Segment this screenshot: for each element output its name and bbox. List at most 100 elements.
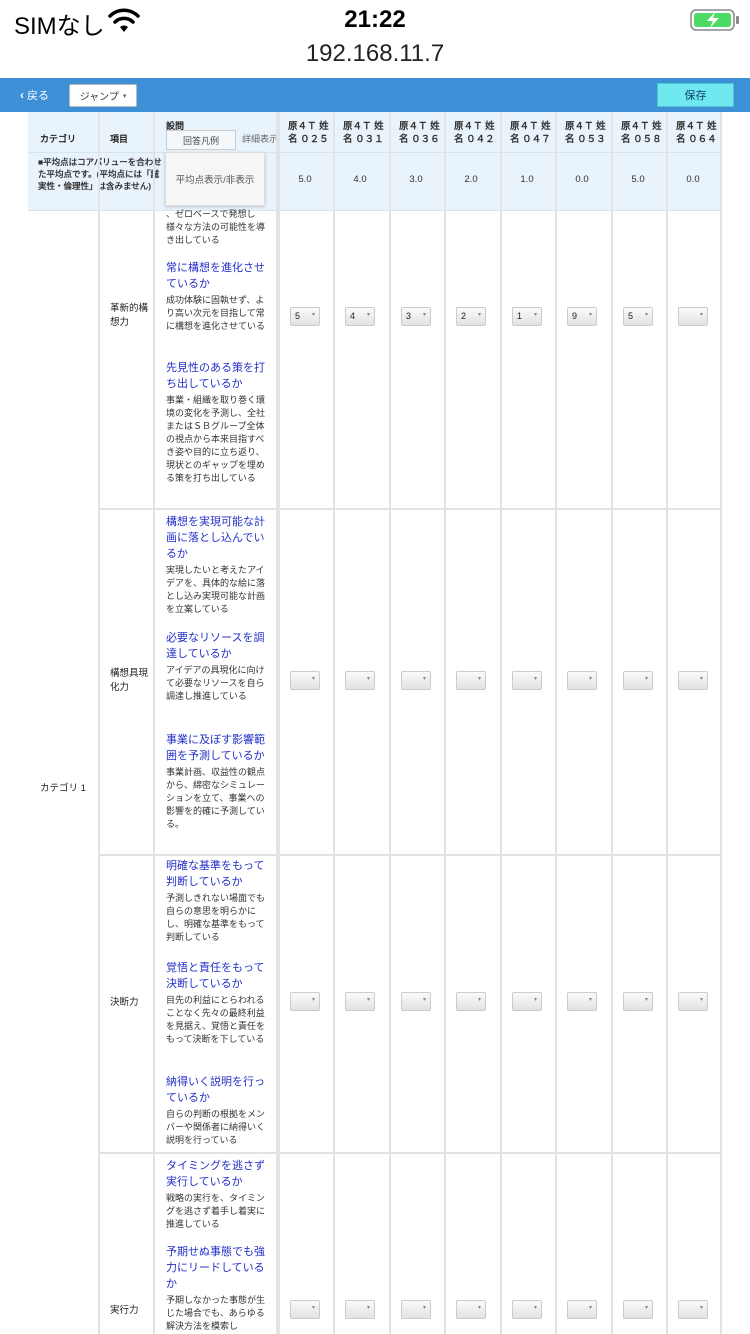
question-title-link[interactable]: 構想を実現可能な計画に落とし込んでいるか [166, 514, 270, 562]
score-select[interactable]: 2 ▾ [456, 307, 486, 326]
clock: 21:22 [344, 6, 406, 33]
person-average-score: 0.0 [575, 174, 589, 185]
column-divider [720, 112, 722, 1334]
person-column-header: 原４Ｔ 姓 名 ０３６ [399, 121, 440, 145]
header-divider [28, 152, 722, 153]
question-block: タイミングを逃さず実行しているか 戦略の実行を、タイミングを逃さず着手し着実に推進… [166, 1158, 270, 1231]
person-average-score: 5.0 [298, 174, 312, 185]
score-value: 9 [572, 311, 578, 321]
score-select[interactable]: ▾ [345, 992, 375, 1011]
score-select[interactable]: ▾ [678, 671, 708, 690]
chevron-down-icon: ▾ [644, 997, 648, 1003]
jump-select[interactable]: ジャンプ ▾ [69, 84, 137, 107]
score-select[interactable]: ▾ [290, 1300, 320, 1319]
average-toggle-button[interactable]: 平均点表示/非表示 [165, 152, 265, 206]
status-bar: SIMなし 21:22 192.168.11.7 [0, 0, 750, 78]
score-select[interactable]: ▾ [401, 992, 431, 1011]
question-description: 戦略の実行を、タイミングを逃さず着手し着実に推進している [166, 1193, 266, 1229]
score-select[interactable]: ▾ [567, 992, 597, 1011]
question-description: アイデアの具現化に向けて必要なリソースを自ら調達し推進している [166, 665, 265, 701]
question-title-link[interactable]: 常に構想を進化させているか [166, 260, 270, 292]
score-select[interactable]: ▾ [345, 1300, 375, 1319]
question-description: 実現したいと考えたアイデアを、具体的な絵に落とし込み実現可能な計画を立案している [166, 565, 266, 614]
question-description: 予期しなかった事態が生じた場合でも、あらゆる解決方法を模索し [166, 1295, 266, 1331]
question-block: 予期せぬ事態でも強力にリードしているか 予期しなかった事態が生じた場合でも、あらゆ… [166, 1244, 270, 1333]
chevron-down-icon: ▾ [477, 997, 481, 1003]
score-select[interactable]: ▾ [623, 992, 653, 1011]
question-block: 必要なリソースを調達しているか アイデアの具現化に向けて必要なリソースを自ら調達し… [166, 630, 270, 703]
question-title-link[interactable]: 明確な基準をもって判断しているか [166, 858, 270, 890]
score-select[interactable]: ▾ [512, 671, 542, 690]
column-header-item: 項目 [110, 134, 129, 144]
url-bar[interactable]: 192.168.11.7 [0, 40, 750, 68]
column-header-category: カテゴリ [40, 134, 77, 144]
score-select[interactable]: ▾ [567, 671, 597, 690]
column-divider [666, 112, 668, 1334]
question-description: 、ゼロベースで発想し様々な方法の可能性を導き出している [166, 209, 266, 245]
chevron-down-icon: ▾ [644, 1305, 648, 1311]
chevron-down-icon: ▾ [311, 312, 315, 318]
item-label: 決断力 [110, 997, 139, 1008]
score-select[interactable]: 4 ▾ [345, 307, 375, 326]
score-select[interactable]: 9 ▾ [567, 307, 597, 326]
column-divider [500, 112, 502, 1334]
score-select[interactable]: 1 ▾ [512, 307, 542, 326]
question-title-link[interactable]: 先見性のある策を打ち出しているか [166, 360, 270, 392]
person-column-header: 原４Ｔ 姓 名 ０２５ [288, 121, 329, 145]
chevron-down-icon: ▾ [588, 676, 592, 682]
score-select[interactable]: ▾ [623, 1300, 653, 1319]
score-value: 3 [406, 311, 412, 321]
chevron-down-icon: ▾ [533, 997, 537, 1003]
question-title-link[interactable]: 必要なリソースを調達しているか [166, 630, 270, 662]
column-divider [555, 112, 557, 1334]
chevron-down-icon: ▾ [366, 312, 370, 318]
score-select[interactable]: 5 ▾ [290, 307, 320, 326]
score-select[interactable]: ▾ [678, 1300, 708, 1319]
tab-detail-view[interactable]: 詳細表示 [242, 132, 278, 145]
score-select[interactable]: ▾ [678, 992, 708, 1011]
back-button[interactable]: ‹ 戻る [20, 87, 49, 103]
score-select[interactable]: ▾ [290, 671, 320, 690]
person-column-header: 原４Ｔ 姓 名 ０４２ [454, 121, 495, 145]
tab-answer-legend[interactable]: 回答凡例 [166, 130, 236, 150]
person-column-header: 原４Ｔ 姓 名 ０３１ [343, 121, 384, 145]
chevron-down-icon: ▾ [311, 1305, 315, 1311]
person-average-score: 5.0 [631, 174, 645, 185]
score-select[interactable]: ▾ [678, 307, 708, 326]
question-title-link[interactable]: 事業に及ぼす影響範囲を予測しているか [166, 732, 270, 764]
chevron-down-icon: ▾ [699, 997, 703, 1003]
person-average-score: 2.0 [464, 174, 478, 185]
chevron-down-icon: ▾ [533, 676, 537, 682]
average-note: ■平均点はコアバリューを合わせた平均点です。(平均点には「誠実性・倫理性」は含み… [38, 157, 162, 191]
score-select[interactable]: ▾ [290, 992, 320, 1011]
score-select[interactable]: ▾ [401, 1300, 431, 1319]
person-column-header: 原４Ｔ 姓 名 ０４７ [510, 121, 551, 145]
chevron-down-icon: ▾ [366, 997, 370, 1003]
score-select[interactable]: ▾ [512, 992, 542, 1011]
person-column-header: 原４Ｔ 姓 名 ０５８ [621, 121, 662, 145]
score-select[interactable]: ▾ [567, 1300, 597, 1319]
question-description: 事業計画、収益性の観点から、綿密なシミュレーションを立て、事業への影響を的確に予… [166, 767, 266, 829]
save-button[interactable]: 保存 [657, 83, 734, 107]
score-select[interactable]: ▾ [401, 671, 431, 690]
column-divider [333, 112, 335, 1334]
score-select[interactable]: ▾ [456, 671, 486, 690]
jump-label: ジャンプ [79, 92, 119, 103]
score-select[interactable]: 5 ▾ [623, 307, 653, 326]
chevron-down-icon: ▾ [311, 997, 315, 1003]
question-title-link[interactable]: 予期せぬ事態でも強力にリードしているか [166, 1244, 270, 1292]
column-divider [98, 112, 100, 1334]
chevron-down-icon: ▾ [699, 676, 703, 682]
question-title-link[interactable]: 覚悟と責任をもって決断しているか [166, 960, 270, 992]
score-select[interactable]: ▾ [456, 992, 486, 1011]
score-select[interactable]: 3 ▾ [401, 307, 431, 326]
chevron-down-icon: ▾ [699, 312, 703, 318]
score-select[interactable]: ▾ [345, 671, 375, 690]
score-select[interactable]: ▾ [623, 671, 653, 690]
question-title-link[interactable]: 納得いく説明を行っているか [166, 1074, 270, 1106]
item-label: 革新的構想力 [110, 303, 149, 328]
score-select[interactable]: ▾ [456, 1300, 486, 1319]
question-title-link[interactable]: タイミングを逃さず実行しているか [166, 1158, 270, 1190]
score-select[interactable]: ▾ [512, 1300, 542, 1319]
row-divider [98, 508, 722, 510]
